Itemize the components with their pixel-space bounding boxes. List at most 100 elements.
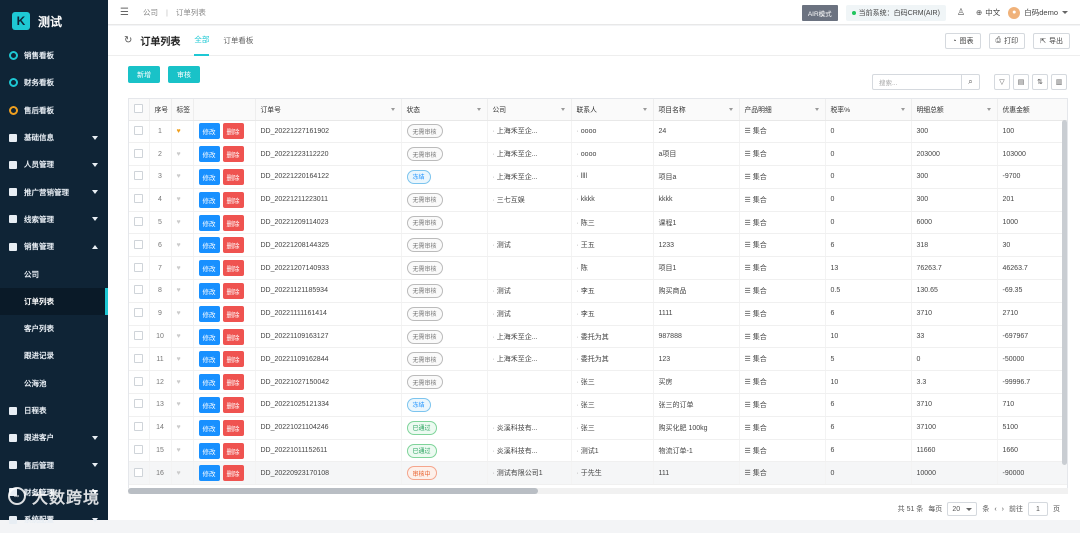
order-number[interactable]: DD_20221109162844 bbox=[255, 347, 402, 372]
tag-cell[interactable]: ♥ bbox=[171, 302, 194, 326]
breadcrumb-item[interactable]: 公司 bbox=[143, 7, 158, 18]
delete-button[interactable]: 删除 bbox=[222, 465, 244, 482]
contact-cell[interactable]: kkkk bbox=[571, 188, 654, 212]
tag-cell[interactable]: ♥ bbox=[171, 256, 194, 281]
edit-button[interactable]: 修改 bbox=[198, 465, 220, 482]
contact-link[interactable]: oooo bbox=[577, 151, 597, 158]
contact-cell[interactable]: 张三 bbox=[571, 393, 654, 417]
company-cell[interactable]: 上海禾至企... bbox=[487, 165, 572, 189]
delete-button[interactable]: 删除 bbox=[222, 442, 244, 459]
contact-cell[interactable]: oooo bbox=[571, 120, 654, 144]
company-cell[interactable] bbox=[487, 370, 572, 395]
tag-cell[interactable]: ♥ bbox=[171, 188, 194, 212]
contact-link[interactable]: 张三 bbox=[577, 379, 595, 386]
contact-cell[interactable]: 陈三 bbox=[571, 211, 654, 235]
row-checkbox[interactable] bbox=[134, 422, 143, 432]
product-detail-cell[interactable]: ☰ 集合 bbox=[739, 439, 826, 463]
new-button[interactable]: 新增 bbox=[128, 66, 160, 83]
edit-button[interactable]: 修改 bbox=[198, 191, 220, 208]
row-checkbox[interactable] bbox=[134, 194, 143, 204]
tag-cell[interactable]: ♥ bbox=[171, 233, 194, 258]
edit-button[interactable]: 修改 bbox=[198, 351, 220, 368]
audit-button[interactable]: 审核 bbox=[168, 66, 200, 83]
company-cell[interactable]: 三七互娱 bbox=[487, 188, 572, 212]
row-checkbox[interactable] bbox=[134, 353, 143, 363]
table-row[interactable]: 4♥修改删除DD_20221211223011无需审核三七互娱kkkkkkkk☰… bbox=[129, 188, 1067, 212]
delete-button[interactable]: 删除 bbox=[222, 191, 244, 208]
vertical-scrollbar[interactable] bbox=[1062, 120, 1067, 465]
row-select-cell[interactable] bbox=[129, 325, 150, 349]
delete-button[interactable]: 删除 bbox=[222, 146, 244, 163]
table-row[interactable]: 5♥修改删除DD_20221209114023无需审核陈三课程1☰集合06000… bbox=[129, 211, 1067, 235]
company-cell[interactable]: 炎溪科技有... bbox=[487, 439, 572, 463]
tag-icon[interactable]: ♥ bbox=[177, 424, 181, 431]
edit-button[interactable]: 修改 bbox=[198, 214, 220, 231]
contact-link[interactable]: 测试1 bbox=[577, 448, 599, 455]
contact-link[interactable]: kkkk bbox=[577, 196, 595, 203]
tag-icon[interactable]: ♥ bbox=[177, 447, 181, 454]
scrollbar-thumb[interactable] bbox=[128, 488, 538, 494]
row-select-cell[interactable] bbox=[129, 165, 150, 189]
edit-button[interactable]: 修改 bbox=[198, 260, 220, 277]
order-number[interactable]: DD_20221227161902 bbox=[255, 120, 402, 144]
tag-cell[interactable]: ♥ bbox=[171, 211, 194, 235]
delete-button[interactable]: 删除 bbox=[222, 237, 244, 254]
row-select-cell[interactable] bbox=[129, 120, 150, 144]
sidebar-item[interactable]: 财务看板 bbox=[0, 69, 108, 96]
order-number[interactable]: DD_20221121185934 bbox=[255, 279, 402, 303]
language-switch[interactable]: ⊕ 中文 bbox=[976, 7, 1000, 18]
column-header[interactable]: 状态 bbox=[401, 99, 488, 121]
row-select-cell[interactable] bbox=[129, 370, 150, 395]
row-checkbox[interactable] bbox=[134, 445, 143, 455]
company-link[interactable]: 上海禾至企... bbox=[493, 356, 538, 363]
select-all-cell[interactable] bbox=[129, 99, 150, 121]
sidebar-item[interactable]: 线索管理 bbox=[0, 206, 108, 233]
product-detail-cell[interactable]: ☰ 集合 bbox=[739, 188, 826, 212]
company-cell[interactable]: 上海禾至企... bbox=[487, 347, 572, 372]
sidebar-subitem[interactable]: 订单列表 bbox=[0, 287, 108, 315]
contact-link[interactable]: 王五 bbox=[577, 242, 595, 249]
contact-link[interactable]: oooo bbox=[577, 128, 597, 135]
page-size-select[interactable]: 20 bbox=[947, 502, 978, 516]
tag-cell[interactable]: ♥ bbox=[171, 120, 194, 144]
sidebar-item[interactable]: 售后看板 bbox=[0, 97, 108, 124]
table-row[interactable]: 12♥修改删除DD_20221027150042无需审核张三买房☰集合103.3… bbox=[129, 370, 1067, 395]
sidebar-item[interactable]: 销售看板 bbox=[0, 42, 108, 69]
user-settings-icon[interactable]: ♙ bbox=[954, 7, 968, 18]
sidebar-item[interactable]: 销售管理 bbox=[0, 233, 108, 260]
company-cell[interactable]: 上海禾至企... bbox=[487, 142, 572, 167]
print-button[interactable]: ⎙ 打印 bbox=[988, 33, 1026, 49]
order-number[interactable]: DD_20221223112220 bbox=[255, 142, 402, 167]
tag-icon[interactable]: ♥ bbox=[177, 265, 181, 272]
row-checkbox[interactable] bbox=[134, 399, 143, 409]
next-page-icon[interactable]: › bbox=[1002, 506, 1004, 513]
page-number-input[interactable]: 1 bbox=[1028, 502, 1048, 516]
row-checkbox[interactable] bbox=[134, 331, 143, 341]
company-cell[interactable]: 测试 bbox=[487, 302, 572, 326]
product-detail-cell[interactable]: ☰ 集合 bbox=[739, 233, 826, 258]
row-checkbox[interactable] bbox=[134, 308, 143, 318]
contact-link[interactable]: 张三 bbox=[577, 402, 595, 409]
order-number[interactable]: DD_20221111161414 bbox=[255, 302, 402, 326]
contact-cell[interactable]: 测试1 bbox=[571, 439, 654, 463]
table-row[interactable]: 15♥修改删除DD_20221011152611已通过炎溪科技有...测试1物流… bbox=[129, 439, 1067, 463]
tag-icon[interactable]: ♥ bbox=[177, 287, 181, 294]
edit-button[interactable]: 修改 bbox=[198, 237, 220, 254]
company-link[interactable]: 上海禾至企... bbox=[493, 151, 538, 158]
table-row[interactable]: 6♥修改删除DD_20221208144325无需审核测试王五1233☰集合63… bbox=[129, 233, 1067, 258]
order-number[interactable]: DD_20221220164122 bbox=[255, 165, 402, 189]
row-select-cell[interactable] bbox=[129, 416, 150, 440]
search-input[interactable]: 搜索... ⌕ bbox=[872, 74, 980, 90]
table-row[interactable]: 2♥修改删除DD_20221223112220无需审核上海禾至企...ooooa… bbox=[129, 142, 1067, 167]
sidebar-subitem[interactable]: 跟进记录 bbox=[0, 342, 108, 369]
tag-icon[interactable]: ♥ bbox=[177, 470, 181, 477]
row-checkbox[interactable] bbox=[134, 467, 143, 477]
user-menu[interactable]: ● 白码demo bbox=[1008, 6, 1068, 19]
tag-cell[interactable]: ♥ bbox=[171, 165, 194, 189]
table-row[interactable]: 8♥修改删除DD_20221121185934无需审核测试李五购买商品☰集合0.… bbox=[129, 279, 1067, 303]
product-detail-cell[interactable]: ☰ 集合 bbox=[739, 370, 826, 395]
row-select-cell[interactable] bbox=[129, 256, 150, 281]
company-link[interactable]: 三七互娱 bbox=[493, 197, 525, 204]
row-checkbox[interactable] bbox=[134, 217, 143, 227]
row-select-cell[interactable] bbox=[129, 302, 150, 326]
